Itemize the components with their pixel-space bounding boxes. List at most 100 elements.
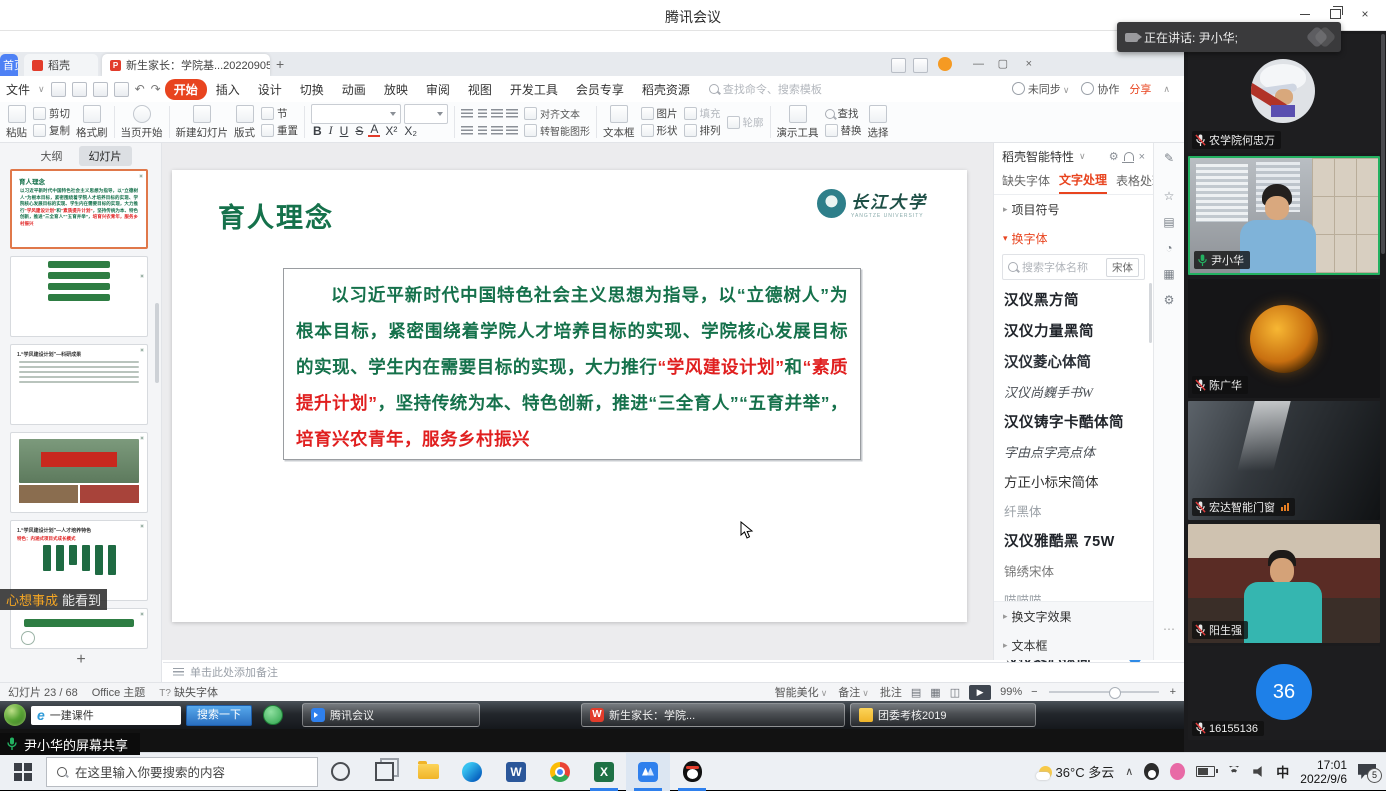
section-bullets[interactable]: ▸项目符号: [994, 195, 1153, 224]
panel-scrollbar[interactable]: [1149, 283, 1152, 343]
docer-member-icon[interactable]: [938, 57, 952, 71]
missing-font-status[interactable]: T? 缺失字体: [159, 684, 218, 700]
subscript-button[interactable]: X₂: [402, 124, 419, 138]
cut-button[interactable]: 剪切: [33, 107, 70, 121]
menu-设计[interactable]: 设计: [249, 79, 291, 100]
preview-icon[interactable]: [114, 82, 129, 97]
grid-view-icon[interactable]: [911, 58, 924, 72]
menu-开发工具[interactable]: 开发工具: [501, 79, 567, 100]
menu-稻壳资源[interactable]: 稻壳资源: [633, 79, 699, 100]
redo-icon[interactable]: ↷: [151, 82, 161, 96]
font-option[interactable]: 方正小标宋简体: [994, 466, 1153, 496]
superscript-button[interactable]: X²: [383, 124, 399, 138]
close-icon[interactable]: ×: [1356, 6, 1374, 22]
font-option[interactable]: 汉仪尚巍手书W: [994, 377, 1153, 406]
font-name-select[interactable]: [311, 104, 401, 124]
thumbnail-scrollbar[interactable]: [155, 303, 159, 383]
reset-button[interactable]: 重置: [261, 124, 298, 138]
paste-button[interactable]: 粘贴: [6, 105, 27, 140]
tray-expand-icon[interactable]: ∧: [1125, 765, 1133, 778]
zoom-slider[interactable]: [1049, 691, 1159, 693]
align-center-icon[interactable]: [478, 109, 487, 119]
smart-graphic-button[interactable]: 转智能图形: [524, 124, 590, 138]
sync-status[interactable]: 未同步∨: [1012, 81, 1072, 97]
taskbar-app-meeting[interactable]: 腾讯会议: [302, 703, 480, 727]
clock[interactable]: 17:012022/9/6: [1300, 758, 1347, 786]
tim-tray-icon[interactable]: [1170, 763, 1185, 780]
tab-docer[interactable]: 稻壳: [24, 54, 98, 76]
shape-button[interactable]: 形状: [641, 124, 678, 138]
justify-icon[interactable]: [506, 109, 518, 119]
beautify-button[interactable]: 智能美化∨: [775, 684, 830, 700]
numbering-icon[interactable]: [491, 126, 503, 136]
taskbar-app-wps[interactable]: W新生家长：学院...: [581, 703, 845, 727]
align-left-icon[interactable]: [461, 109, 473, 119]
comment-button[interactable]: 批注: [880, 684, 902, 700]
font-option[interactable]: 锦绣宋体: [994, 556, 1153, 585]
menu-审阅[interactable]: 审阅: [417, 79, 459, 100]
font-option[interactable]: 汉仪雅酷黑 75W: [994, 525, 1153, 556]
menu-切换[interactable]: 切换: [291, 79, 333, 100]
gear-icon[interactable]: ⚙: [1164, 293, 1175, 307]
grid-icon[interactable]: ▦: [1163, 267, 1174, 281]
participant-tile[interactable]: 阳生强: [1188, 524, 1380, 643]
zoom-knob[interactable]: [1109, 687, 1121, 699]
zoom-out-icon[interactable]: −: [1031, 686, 1037, 698]
slide-textbox[interactable]: 以习近平新时代中国特色社会主义思想为指导，以“立德树人”为根本目标，紧密围绕着学…: [283, 268, 861, 460]
menu-放映[interactable]: 放映: [375, 79, 417, 100]
bullets-icon[interactable]: [478, 126, 487, 136]
textbox-button[interactable]: 文本框: [603, 105, 635, 140]
strike-button[interactable]: S: [353, 124, 365, 138]
edit-icon[interactable]: ✎: [1164, 151, 1174, 165]
slide-thumbnail[interactable]: ▣: [10, 608, 148, 649]
collapse-ribbon-icon[interactable]: ∧: [1163, 84, 1170, 95]
more-icon[interactable]: ⋯: [1163, 622, 1175, 636]
docer-tab[interactable]: 缺失字体: [1002, 172, 1050, 193]
slide-thumbnail[interactable]: ▣1.“学风建设计划”—科研成果: [10, 344, 148, 425]
share-button[interactable]: 分享: [1129, 81, 1151, 97]
menu-会员专享[interactable]: 会员专享: [567, 79, 633, 100]
copy-button[interactable]: 复制: [33, 124, 70, 138]
wps-restore-icon[interactable]: ▢: [998, 57, 1008, 71]
picture-button[interactable]: 图片: [641, 107, 678, 121]
underline-button[interactable]: U: [338, 124, 351, 138]
slide-thumbnail[interactable]: ▣: [10, 256, 148, 337]
docer-tab[interactable]: 文字处理: [1059, 171, 1107, 194]
format-painter-button[interactable]: 格式刷: [76, 105, 108, 140]
wps-close-icon[interactable]: ×: [1026, 57, 1032, 71]
italic-button[interactable]: I: [327, 123, 335, 138]
layout-panel-icon[interactable]: ▤: [1163, 215, 1174, 229]
font-color-button[interactable]: A: [368, 124, 380, 137]
font-search-input[interactable]: 搜索字体名称 宋体: [1002, 254, 1145, 280]
qq-tray-icon[interactable]: [1144, 763, 1159, 780]
section-change-font[interactable]: ▾换字体: [994, 224, 1153, 253]
bold-button[interactable]: B: [311, 124, 324, 138]
browser-icon[interactable]: [263, 705, 283, 725]
font-option[interactable]: 汉仪力量黑简: [994, 315, 1153, 346]
tab-home[interactable]: 首页: [0, 54, 18, 76]
edge-button[interactable]: [450, 753, 494, 791]
font-size-select[interactable]: [404, 104, 448, 124]
align-right-icon[interactable]: [491, 109, 503, 119]
zoom-in-icon[interactable]: +: [1170, 686, 1176, 698]
menu-动画[interactable]: 动画: [333, 79, 375, 100]
align-text-button[interactable]: 对齐文本: [524, 107, 590, 121]
slide-title[interactable]: 育人理念: [218, 196, 334, 235]
sidebar-scrollbar[interactable]: [1381, 34, 1385, 254]
menu-视图[interactable]: 视图: [459, 79, 501, 100]
font-option[interactable]: 字由点字亮点体: [994, 437, 1153, 466]
fill-button[interactable]: 填充: [684, 107, 721, 121]
play-from-page-button[interactable]: 当页开始: [121, 105, 163, 140]
tab-document[interactable]: P新生家长：学院基...20220905×: [102, 54, 270, 76]
taskbar-search-input[interactable]: 在这里输入你要搜索的内容: [46, 757, 318, 787]
restore-icon[interactable]: [1326, 6, 1344, 22]
menu-插入[interactable]: 插入: [207, 79, 249, 100]
font-option[interactable]: 汉仪菱心体简: [994, 346, 1153, 377]
volume-icon[interactable]: [1253, 766, 1265, 778]
participant-tile[interactable]: 陈广华: [1188, 279, 1380, 398]
outline-button[interactable]: 轮廓: [727, 115, 764, 129]
indent-icon[interactable]: [506, 126, 518, 136]
participant-tile[interactable]: 3616155136: [1188, 646, 1380, 740]
select-button[interactable]: 选择: [868, 105, 889, 140]
line-spacing-icon[interactable]: [461, 126, 473, 136]
